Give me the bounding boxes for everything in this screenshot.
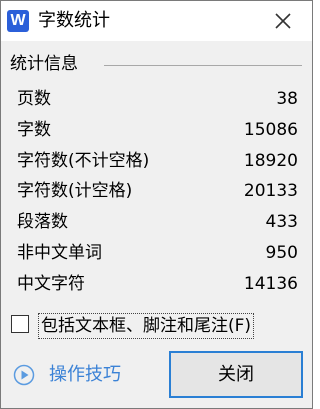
close-icon[interactable] bbox=[271, 9, 295, 33]
stat-value: 14136 bbox=[243, 274, 298, 294]
stat-row-paragraphs: 段落数 433 bbox=[17, 210, 298, 234]
stat-row-pages: 页数 38 bbox=[17, 87, 298, 111]
stat-value: 38 bbox=[276, 89, 298, 109]
stat-row-chars-with-spaces: 字符数(计空格) 20133 bbox=[17, 179, 298, 203]
stat-value: 18920 bbox=[243, 151, 298, 171]
include-textboxes-label[interactable]: 包括文本框、脚注和尾注(F) bbox=[38, 313, 255, 339]
stat-label: 字数 bbox=[17, 120, 51, 140]
stat-row-words: 字数 15086 bbox=[17, 118, 298, 142]
stat-value: 20133 bbox=[243, 181, 298, 201]
stat-label: 字符数(不计空格) bbox=[17, 151, 150, 171]
stat-value: 433 bbox=[265, 212, 298, 232]
title-bar: W 字数统计 bbox=[1, 1, 312, 41]
stat-row-chars-no-spaces: 字符数(不计空格) 18920 bbox=[17, 149, 298, 173]
dialog-title: 字数统计 bbox=[38, 10, 110, 31]
stat-value: 950 bbox=[265, 243, 298, 263]
play-circle-icon bbox=[13, 364, 35, 386]
include-textboxes-checkbox[interactable] bbox=[11, 315, 29, 333]
include-textboxes-option[interactable]: 包括文本框、脚注和尾注(F) bbox=[9, 313, 305, 339]
word-count-dialog: W 字数统计 统计信息 页数 38 字数 15086 字符数(不计空格) 189… bbox=[0, 0, 313, 409]
statistics-group-label: 统计信息 bbox=[10, 54, 78, 74]
wps-writer-app-icon: W bbox=[7, 10, 29, 32]
stat-row-non-chinese-words: 非中文单词 950 bbox=[17, 241, 298, 265]
stat-label: 段落数 bbox=[17, 212, 68, 232]
stat-label: 页数 bbox=[17, 89, 51, 109]
stat-value: 15086 bbox=[243, 120, 298, 140]
group-divider bbox=[104, 65, 302, 66]
stat-label: 非中文单词 bbox=[17, 243, 102, 263]
stat-row-chinese-chars: 中文字符 14136 bbox=[17, 272, 298, 296]
stat-label: 中文字符 bbox=[17, 274, 85, 294]
stat-label: 字符数(计空格) bbox=[17, 181, 133, 201]
tips-label[interactable]: 操作技巧 bbox=[49, 362, 121, 388]
close-button[interactable]: 关闭 bbox=[169, 351, 303, 398]
